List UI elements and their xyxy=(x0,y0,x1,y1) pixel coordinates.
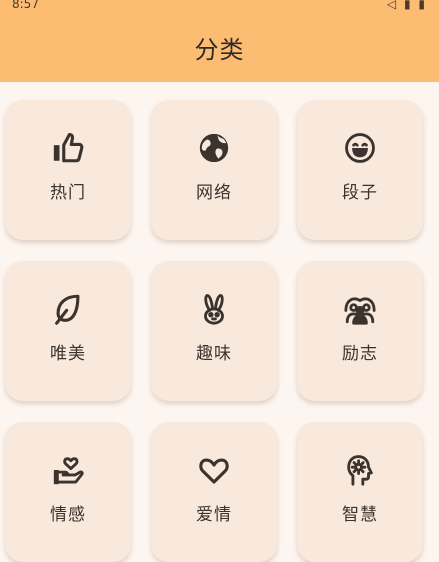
thumbs-up-icon xyxy=(50,130,86,166)
category-tile-hot[interactable]: 热门 xyxy=(5,100,131,240)
status-time: 8:57 xyxy=(12,0,39,11)
heart-icon xyxy=(196,452,232,488)
category-tile-love[interactable]: 爱情 xyxy=(151,422,277,562)
category-label: 热门 xyxy=(50,182,86,203)
status-system-icons: ◁ ▮ ▮ xyxy=(386,0,427,11)
globe-icon xyxy=(196,130,232,166)
category-label: 趣味 xyxy=(196,343,232,364)
leaf-icon xyxy=(50,291,86,327)
brain-gear-icon xyxy=(342,452,378,488)
status-bar: 8:57 ◁ ▮ ▮ xyxy=(0,0,439,22)
category-grid: 热门 网络 段子 唯美 趣味 励志 情感 爱情 智慧 xyxy=(0,82,439,562)
category-tile-fun[interactable]: 趣味 xyxy=(151,261,277,401)
category-label: 段子 xyxy=(342,182,378,203)
hand-heart-icon xyxy=(50,452,86,488)
category-label: 励志 xyxy=(342,343,378,364)
category-tile-beauty[interactable]: 唯美 xyxy=(5,261,131,401)
category-label: 网络 xyxy=(196,182,232,203)
category-label: 情感 xyxy=(50,504,86,525)
group-icon xyxy=(342,291,378,327)
smile-icon xyxy=(342,130,378,166)
page-title: 分类 xyxy=(194,35,245,64)
category-tile-inspiration[interactable]: 励志 xyxy=(297,261,423,401)
category-label: 智慧 xyxy=(342,504,378,525)
category-label: 唯美 xyxy=(50,343,86,364)
category-tile-emotion[interactable]: 情感 xyxy=(5,422,131,562)
category-tile-network[interactable]: 网络 xyxy=(151,100,277,240)
category-label: 爱情 xyxy=(196,504,232,525)
category-tile-jokes[interactable]: 段子 xyxy=(297,100,423,240)
rabbit-icon xyxy=(196,291,232,327)
category-tile-wisdom[interactable]: 智慧 xyxy=(297,422,423,562)
